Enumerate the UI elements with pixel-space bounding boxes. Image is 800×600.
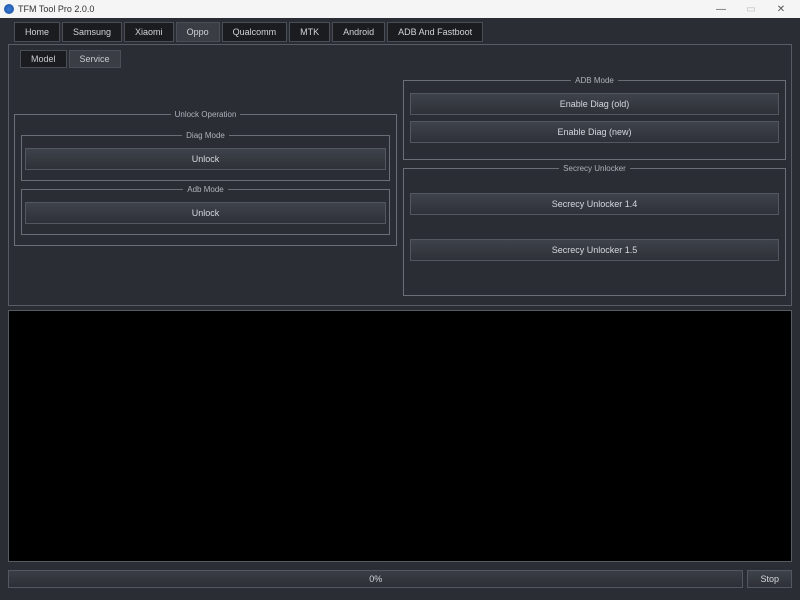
secrecy-unlocker-group: Secrecy Unlocker Secrecy Unlocker 1.4 Se… <box>403 164 786 296</box>
log-area <box>8 310 792 562</box>
sub-tabs: Model Service <box>14 50 786 68</box>
unlock-operation-group: Unlock Operation Diag Mode Unlock Adb Mo… <box>14 110 397 246</box>
tab-home[interactable]: Home <box>14 22 60 42</box>
titlebar: TFM Tool Pro 2.0.0 — ▭ ✕ <box>0 0 800 18</box>
minimize-button[interactable]: — <box>706 0 736 18</box>
secrecy-14-button[interactable]: Secrecy Unlocker 1.4 <box>410 193 779 215</box>
subtab-service[interactable]: Service <box>69 50 121 68</box>
diag-unlock-button[interactable]: Unlock <box>25 148 386 170</box>
secrecy-legend: Secrecy Unlocker <box>559 164 630 173</box>
panels-row: Unlock Operation Diag Mode Unlock Adb Mo… <box>14 72 786 300</box>
unlock-operation-legend: Unlock Operation <box>171 110 241 119</box>
tab-samsung[interactable]: Samsung <box>62 22 122 42</box>
adb-mode-group-left: Adb Mode Unlock <box>21 185 390 235</box>
tab-android[interactable]: Android <box>332 22 385 42</box>
main-tabs: Home Samsung Xiaomi Oppo Qualcomm MTK An… <box>0 18 800 42</box>
secrecy-15-button[interactable]: Secrecy Unlocker 1.5 <box>410 239 779 261</box>
diag-mode-legend: Diag Mode <box>182 131 229 140</box>
tab-adb-fastboot[interactable]: ADB And Fastboot <box>387 22 483 42</box>
diag-mode-group: Diag Mode Unlock <box>21 131 390 181</box>
enable-diag-old-button[interactable]: Enable Diag (old) <box>410 93 779 115</box>
app-body: Model Service Unlock Operation Diag Mode… <box>0 42 800 566</box>
tab-mtk[interactable]: MTK <box>289 22 330 42</box>
tab-qualcomm[interactable]: Qualcomm <box>222 22 288 42</box>
adb-mode-legend-right: ADB Mode <box>571 76 618 85</box>
adb-mode-group-right: ADB Mode Enable Diag (old) Enable Diag (… <box>403 76 786 160</box>
tab-oppo[interactable]: Oppo <box>176 22 220 42</box>
bottom-bar: 0% Stop <box>0 566 800 592</box>
progress-bar: 0% <box>8 570 743 588</box>
app-icon <box>4 4 14 14</box>
maximize-button[interactable]: ▭ <box>736 0 766 18</box>
adb-mode-legend-left: Adb Mode <box>183 185 227 194</box>
window-title: TFM Tool Pro 2.0.0 <box>18 4 706 14</box>
enable-diag-new-button[interactable]: Enable Diag (new) <box>410 121 779 143</box>
sub-frame: Model Service Unlock Operation Diag Mode… <box>8 44 792 306</box>
right-column: ADB Mode Enable Diag (old) Enable Diag (… <box>403 72 786 300</box>
tab-xiaomi[interactable]: Xiaomi <box>124 22 174 42</box>
stop-button[interactable]: Stop <box>747 570 792 588</box>
adb-unlock-button[interactable]: Unlock <box>25 202 386 224</box>
subtab-model[interactable]: Model <box>20 50 67 68</box>
close-button[interactable]: ✕ <box>766 0 796 18</box>
left-column: Unlock Operation Diag Mode Unlock Adb Mo… <box>14 72 397 300</box>
